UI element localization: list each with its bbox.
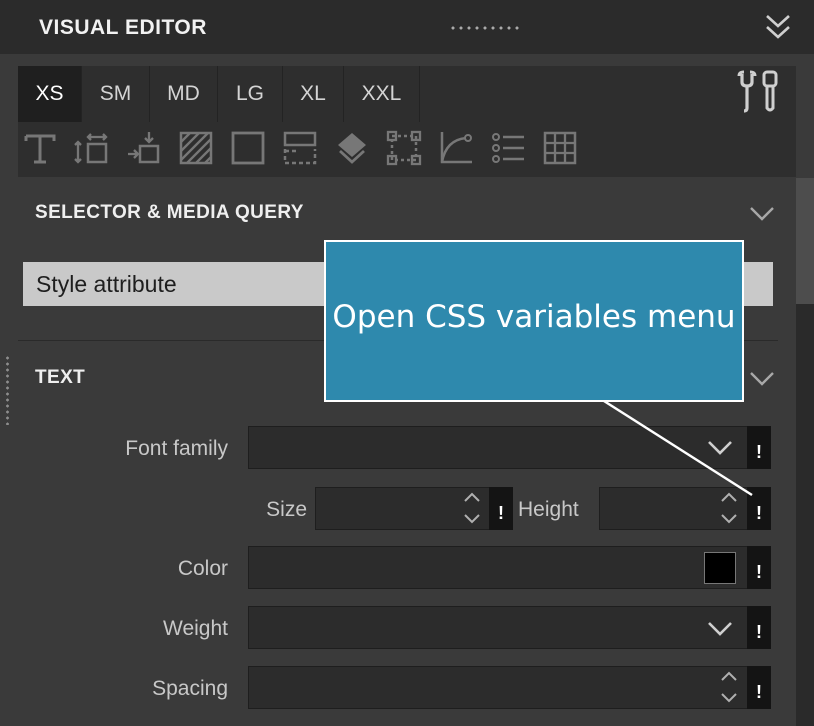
chevron-down-icon[interactable] (748, 205, 776, 223)
size-label: Size (266, 498, 307, 521)
css-variables-button[interactable]: ! (747, 546, 771, 589)
selector-value: Style attribute (36, 270, 177, 297)
color-swatch[interactable] (704, 552, 736, 584)
tab-xl[interactable]: XL (283, 66, 344, 122)
box-selection-icon[interactable] (386, 130, 422, 166)
drag-handle-icon[interactable] (449, 25, 521, 31)
tab-xxl[interactable]: XXL (344, 66, 420, 122)
background-icon[interactable] (178, 130, 214, 166)
tab-sm[interactable]: SM (82, 66, 150, 122)
color-input[interactable] (248, 546, 748, 589)
position-icon[interactable] (126, 130, 162, 166)
letter-spacing-input[interactable] (248, 666, 748, 709)
section-title-selector[interactable]: SELECTOR & MEDIA QUERY (35, 202, 304, 224)
panel-title: VISUAL EDITOR (39, 16, 207, 39)
chevron-down-icon[interactable] (706, 440, 734, 456)
color-label: Color (177, 557, 228, 580)
font-family-select[interactable] (248, 426, 748, 469)
weight-label: Weight (163, 617, 228, 640)
list-icon[interactable] (490, 130, 526, 166)
double-chevron-down-icon[interactable] (762, 12, 794, 42)
border-icon[interactable] (230, 130, 266, 166)
tooltip-callout: Open CSS variables menu (324, 240, 744, 402)
spacing-icon[interactable] (74, 130, 110, 166)
font-family-label: Font family (125, 437, 228, 460)
height-label: Height (518, 498, 579, 521)
css-variables-button[interactable]: ! (747, 487, 771, 530)
chevron-down-icon[interactable] (706, 621, 734, 637)
css-variables-button[interactable]: ! (747, 426, 771, 469)
wrench-screwdriver-icon[interactable] (734, 68, 784, 114)
section-title-text[interactable]: TEXT (35, 367, 85, 389)
text-icon[interactable] (22, 130, 58, 166)
effects-icon[interactable] (334, 130, 370, 166)
scrollbar-thumb[interactable] (796, 178, 814, 304)
tooltip-text: Open CSS variables menu (332, 299, 736, 335)
stepper-arrows-icon[interactable] (720, 669, 738, 705)
resize-handle-icon[interactable] (5, 355, 10, 425)
css-variables-button[interactable]: ! (747, 606, 771, 649)
tab-md[interactable]: MD (150, 66, 218, 122)
tab-xs[interactable]: XS (18, 66, 82, 122)
stepper-arrows-icon[interactable] (463, 490, 481, 526)
chevron-down-icon[interactable] (748, 370, 776, 388)
layout-icon[interactable] (282, 130, 318, 166)
css-variables-button[interactable]: ! (747, 666, 771, 709)
stepper-arrows-icon[interactable] (720, 490, 738, 526)
weight-select[interactable] (248, 606, 748, 649)
css-variables-button[interactable]: ! (489, 487, 513, 530)
tab-lg[interactable]: LG (218, 66, 283, 122)
spacing-label: Spacing (152, 677, 228, 700)
transition-curve-icon[interactable] (438, 130, 474, 166)
grid-icon[interactable] (542, 130, 578, 166)
